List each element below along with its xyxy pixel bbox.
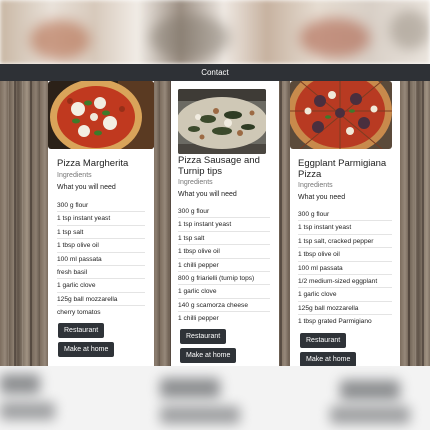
ingredient-item: 1 tsp salt xyxy=(178,232,270,246)
ingredient-item: 125g ball mozzarella xyxy=(57,293,145,307)
ingredient-item: 1 tbsp olive oil xyxy=(298,248,392,262)
ingredient-item: 125g ball mozzarella xyxy=(298,302,392,316)
make-at-home-button[interactable]: Make at home xyxy=(58,342,115,357)
ingredient-list: 300 g flour 1 tsp instant yeast 1 tsp sa… xyxy=(298,208,392,329)
ingredient-item: 800 g friarielli (turnip tops) xyxy=(178,272,270,286)
ingredient-item: fresh basil xyxy=(57,266,145,280)
ingredient-item: 1 tsp instant yeast xyxy=(298,221,392,235)
ingredients-subtitle: Ingredients xyxy=(298,182,333,189)
ingredient-list: 300 g flour 1 tsp instant yeast 1 tsp sa… xyxy=(178,205,270,326)
ingredient-item: 1 chilli pepper xyxy=(178,259,270,272)
navbar: Contact xyxy=(0,64,430,81)
ingredient-item: 1 tbsp olive oil xyxy=(57,239,145,253)
pizza-sausage-image xyxy=(178,89,266,154)
make-at-home-button[interactable]: Make at home xyxy=(180,348,237,363)
ingredient-item: 1 chilli pepper xyxy=(178,315,219,323)
ingredients-intro: What you will need xyxy=(178,191,237,198)
ingredient-list: 300 g flour 1 tsp instant yeast 1 tsp sa… xyxy=(57,199,145,320)
ingredient-item: 1 tsp instant yeast xyxy=(57,212,145,226)
card-title: Pizza Sausage and Turnip tips xyxy=(178,155,260,177)
ingredient-item: 1 tsp salt, cracked pepper xyxy=(298,235,392,249)
ingredient-item: 1 tsp instant yeast xyxy=(178,218,270,232)
ingredient-item: 140 g scamorza cheese xyxy=(178,299,270,313)
ingredient-item: 100 ml passata xyxy=(298,262,392,275)
ingredients-subtitle: Ingredients xyxy=(57,172,92,179)
ingredient-item: 300 g flour xyxy=(178,205,270,219)
card-title: Eggplant Parmigiana Pizza xyxy=(298,158,387,180)
ingredient-item: 1 garlic clove xyxy=(298,288,392,302)
ingredient-item: 1 garlic clove xyxy=(57,279,145,293)
recipe-card-margherita: Pizza Margherita Ingredients What you wi… xyxy=(48,81,154,366)
make-at-home-button[interactable]: Make at home xyxy=(300,352,357,366)
restaurant-button[interactable]: Restaurant xyxy=(300,333,347,348)
ingredient-item: 300 g flour xyxy=(57,199,145,213)
ingredients-intro: What you need xyxy=(298,194,346,201)
blurred-backdrop-bottom xyxy=(0,366,430,430)
recipe-card-sausage-turnip: Pizza Sausage and Turnip tips Ingredient… xyxy=(171,81,279,366)
ingredients-intro: What you will need xyxy=(57,184,116,191)
ingredient-item: 1 garlic clove xyxy=(178,285,270,299)
ingredients-subtitle: Ingredients xyxy=(178,179,213,186)
ingredient-item: 1 tbsp grated Parmigiano xyxy=(298,318,372,326)
recipe-card-eggplant: Eggplant Parmigiana Pizza Ingredients Wh… xyxy=(290,81,400,366)
restaurant-button[interactable]: Restaurant xyxy=(180,329,227,344)
blurred-backdrop-top xyxy=(0,0,430,64)
ingredient-item: 100 ml passata xyxy=(57,253,145,266)
ingredient-item: 300 g flour xyxy=(298,208,392,222)
ingredient-item: cherry tomatos xyxy=(57,309,101,317)
pizza-margherita-image xyxy=(48,81,154,149)
ingredient-item: 1/2 medium-sized eggplant xyxy=(298,275,392,289)
eggplant-pizza-image xyxy=(290,81,392,149)
ingredient-item: 1 tbsp olive oil xyxy=(178,245,270,259)
card-title: Pizza Margherita xyxy=(57,158,129,169)
nav-link-contact[interactable]: Contact xyxy=(201,68,229,77)
restaurant-button[interactable]: Restaurant xyxy=(58,323,105,338)
ingredient-item: 1 tsp salt xyxy=(57,226,145,240)
